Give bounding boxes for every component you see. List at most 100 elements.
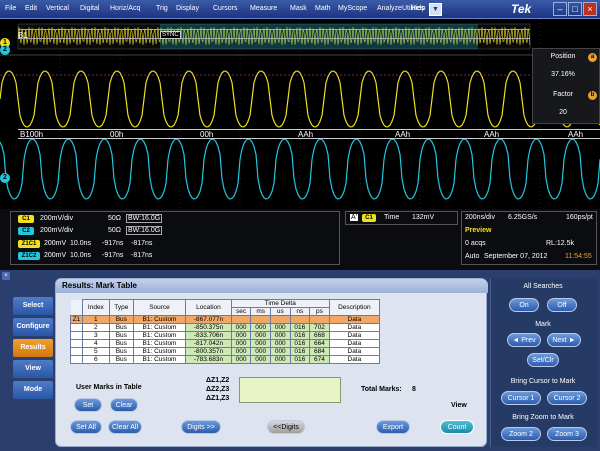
digits-more-button[interactable]: Digits >> bbox=[181, 420, 221, 434]
menu-analyze[interactable]: Analyze bbox=[377, 5, 402, 12]
cell-type: Bus bbox=[108, 315, 134, 324]
set-all-button[interactable]: Set All bbox=[70, 420, 102, 434]
cell-ms: 000 bbox=[250, 355, 271, 364]
side-button-results[interactable]: Results bbox=[13, 339, 53, 357]
cell-location: -867.077n bbox=[185, 315, 232, 324]
bus2-value: 00h bbox=[200, 130, 214, 139]
cell-type: Bus bbox=[108, 347, 134, 356]
close-icon[interactable]: × bbox=[583, 2, 597, 16]
zoom3-button[interactable]: Zoom 3 bbox=[547, 427, 587, 441]
zoom2-button[interactable]: Zoom 2 bbox=[501, 427, 541, 441]
results-panel: Results: Mark Table Index Type Source Lo… bbox=[55, 278, 488, 447]
table-row[interactable]: 2 Bus B1: Custom -850.375n 000 000 000 016 702 Da… bbox=[70, 323, 381, 332]
cell-ps: 702 bbox=[309, 323, 330, 332]
ch2-offset-marker[interactable]: 2 bbox=[0, 173, 10, 183]
bus-label: B1 bbox=[18, 31, 28, 40]
menu-file[interactable]: File bbox=[5, 5, 16, 12]
results-title: Results: Mark Table bbox=[56, 279, 488, 293]
table-row[interactable]: 4 Bus B1: Custom -817.042n 000 000 000 016 664 Da… bbox=[70, 339, 381, 348]
menu-mask[interactable]: Mask bbox=[290, 5, 307, 12]
cell-source: B1: Custom bbox=[132, 339, 187, 348]
cell-ns: 016 bbox=[289, 355, 311, 364]
z1c1-chip[interactable]: Z1C1 bbox=[18, 240, 40, 248]
z1c1-scale: 200mV bbox=[44, 240, 67, 247]
table-row[interactable]: Z1 1 Bus B1: Custom -867.077n Data bbox=[70, 315, 381, 324]
view-label: View bbox=[451, 402, 467, 409]
table-row[interactable]: 5 Bus B1: Custom -800.357n 000 000 000 016 684 Da… bbox=[70, 347, 381, 356]
sync-label: SYNC bbox=[160, 31, 181, 39]
bus2-value: AAh bbox=[484, 130, 500, 139]
cell-sec: 000 bbox=[230, 331, 252, 340]
position-label: Position bbox=[550, 53, 576, 60]
menu-math[interactable]: Math bbox=[315, 5, 331, 12]
menu-edit[interactable]: Edit bbox=[25, 5, 37, 12]
menu-measure[interactable]: Measure bbox=[250, 5, 277, 12]
cell-ps: 684 bbox=[309, 347, 330, 356]
next-mark-button[interactable]: Next ► bbox=[547, 333, 581, 347]
cell-ns: 016 bbox=[289, 323, 311, 332]
menu-bar: File Edit Vertical Digital Horiz/Acq Tri… bbox=[0, 0, 600, 19]
menu-digital[interactable]: Digital bbox=[80, 5, 99, 12]
cell-ms: 000 bbox=[250, 331, 271, 340]
knob-b-icon[interactable]: b bbox=[588, 91, 597, 100]
panel-close-icon[interactable]: × bbox=[2, 272, 10, 280]
prev-mark-button[interactable]: ◄ Prev bbox=[507, 333, 541, 347]
position-value[interactable]: 37.16% bbox=[533, 71, 593, 78]
menu-dropdown-button[interactable]: ▼ bbox=[429, 3, 442, 16]
cell-location: -783.683n bbox=[185, 355, 232, 364]
subcol-sec: sec bbox=[230, 307, 252, 316]
total-marks-label: Total Marks: bbox=[361, 386, 402, 393]
side-button-configure[interactable]: Configure bbox=[13, 318, 53, 336]
export-button[interactable]: Export bbox=[376, 420, 410, 434]
cell-us: 000 bbox=[269, 339, 291, 348]
ch1-scale: 200mV/div bbox=[40, 215, 74, 222]
menu-trig[interactable]: Trig bbox=[156, 5, 168, 12]
side-button-select[interactable]: Select bbox=[13, 297, 53, 315]
table-row[interactable]: 3 Bus B1: Custom -833.706n 000 000 000 016 668 Da… bbox=[70, 331, 381, 340]
menu-display[interactable]: Display bbox=[176, 5, 199, 12]
restore-icon[interactable]: □ bbox=[568, 2, 582, 16]
factor-value[interactable]: 20 bbox=[533, 109, 593, 116]
set-button[interactable]: Set bbox=[74, 398, 102, 412]
count-button[interactable]: Count bbox=[440, 420, 474, 434]
zoom-position-panel: Position a 37.16% Factor b 20 bbox=[532, 48, 600, 124]
searches-off-button[interactable]: Off bbox=[547, 298, 577, 312]
clear-button[interactable]: Clear bbox=[110, 398, 138, 412]
digits-less-button[interactable]: <<Digits bbox=[267, 420, 305, 434]
cell-source: B1: Custom bbox=[132, 315, 187, 324]
searches-on-button[interactable]: On bbox=[509, 298, 539, 312]
menu-help[interactable]: Help bbox=[411, 5, 425, 12]
side-button-view[interactable]: View bbox=[13, 360, 53, 378]
cell-index: 4 bbox=[82, 339, 110, 348]
ch2-chip[interactable]: C2 bbox=[18, 227, 34, 235]
side-button-mode[interactable]: Mode bbox=[13, 381, 53, 399]
bus2-value: AAh bbox=[395, 130, 411, 139]
cell-description: Data bbox=[328, 339, 381, 348]
mark-table[interactable]: Index Type Source Location Time Delta De… bbox=[70, 299, 381, 364]
cursor1-button[interactable]: Cursor 1 bbox=[501, 391, 541, 405]
bus2-value: AAh bbox=[298, 130, 314, 139]
menu-myscope[interactable]: MyScope bbox=[338, 5, 367, 12]
waveform-display[interactable]: B1 SYNC 1 2 B100h 00h 00h AAh AAh AAh AA… bbox=[0, 19, 600, 209]
brand-logo: Tek bbox=[511, 2, 532, 16]
clear-all-button[interactable]: Clear All bbox=[108, 420, 142, 434]
table-row[interactable]: 6 Bus B1: Custom -783.683n 000 000 000 016 674 Da… bbox=[70, 355, 381, 364]
zoom-tag bbox=[70, 347, 83, 356]
z1c2-chip[interactable]: Z1C2 bbox=[18, 252, 40, 260]
ch1-chip[interactable]: C1 bbox=[18, 215, 34, 223]
menu-cursors[interactable]: Cursors bbox=[213, 5, 238, 12]
zoom-tag: Z1 bbox=[70, 315, 83, 324]
cursor2-button[interactable]: Cursor 2 bbox=[547, 391, 587, 405]
minimize-icon[interactable]: – bbox=[553, 2, 567, 16]
menu-vertical[interactable]: Vertical bbox=[46, 5, 69, 12]
bus2-value: 00h bbox=[110, 130, 124, 139]
cell-source: B1: Custom bbox=[132, 347, 187, 356]
col-type: Type bbox=[108, 299, 134, 316]
ch2-bandwidth: BW:16.0G bbox=[126, 226, 163, 235]
set-clear-mark-button[interactable]: Set/Clr bbox=[527, 353, 559, 367]
menu-horiz-acq[interactable]: Horiz/Acq bbox=[110, 5, 140, 12]
cell-location: -850.375n bbox=[185, 323, 232, 332]
knob-a-icon[interactable]: a bbox=[588, 53, 597, 62]
ch2-marker[interactable]: 2 bbox=[0, 45, 10, 55]
cell-ps bbox=[309, 315, 330, 324]
